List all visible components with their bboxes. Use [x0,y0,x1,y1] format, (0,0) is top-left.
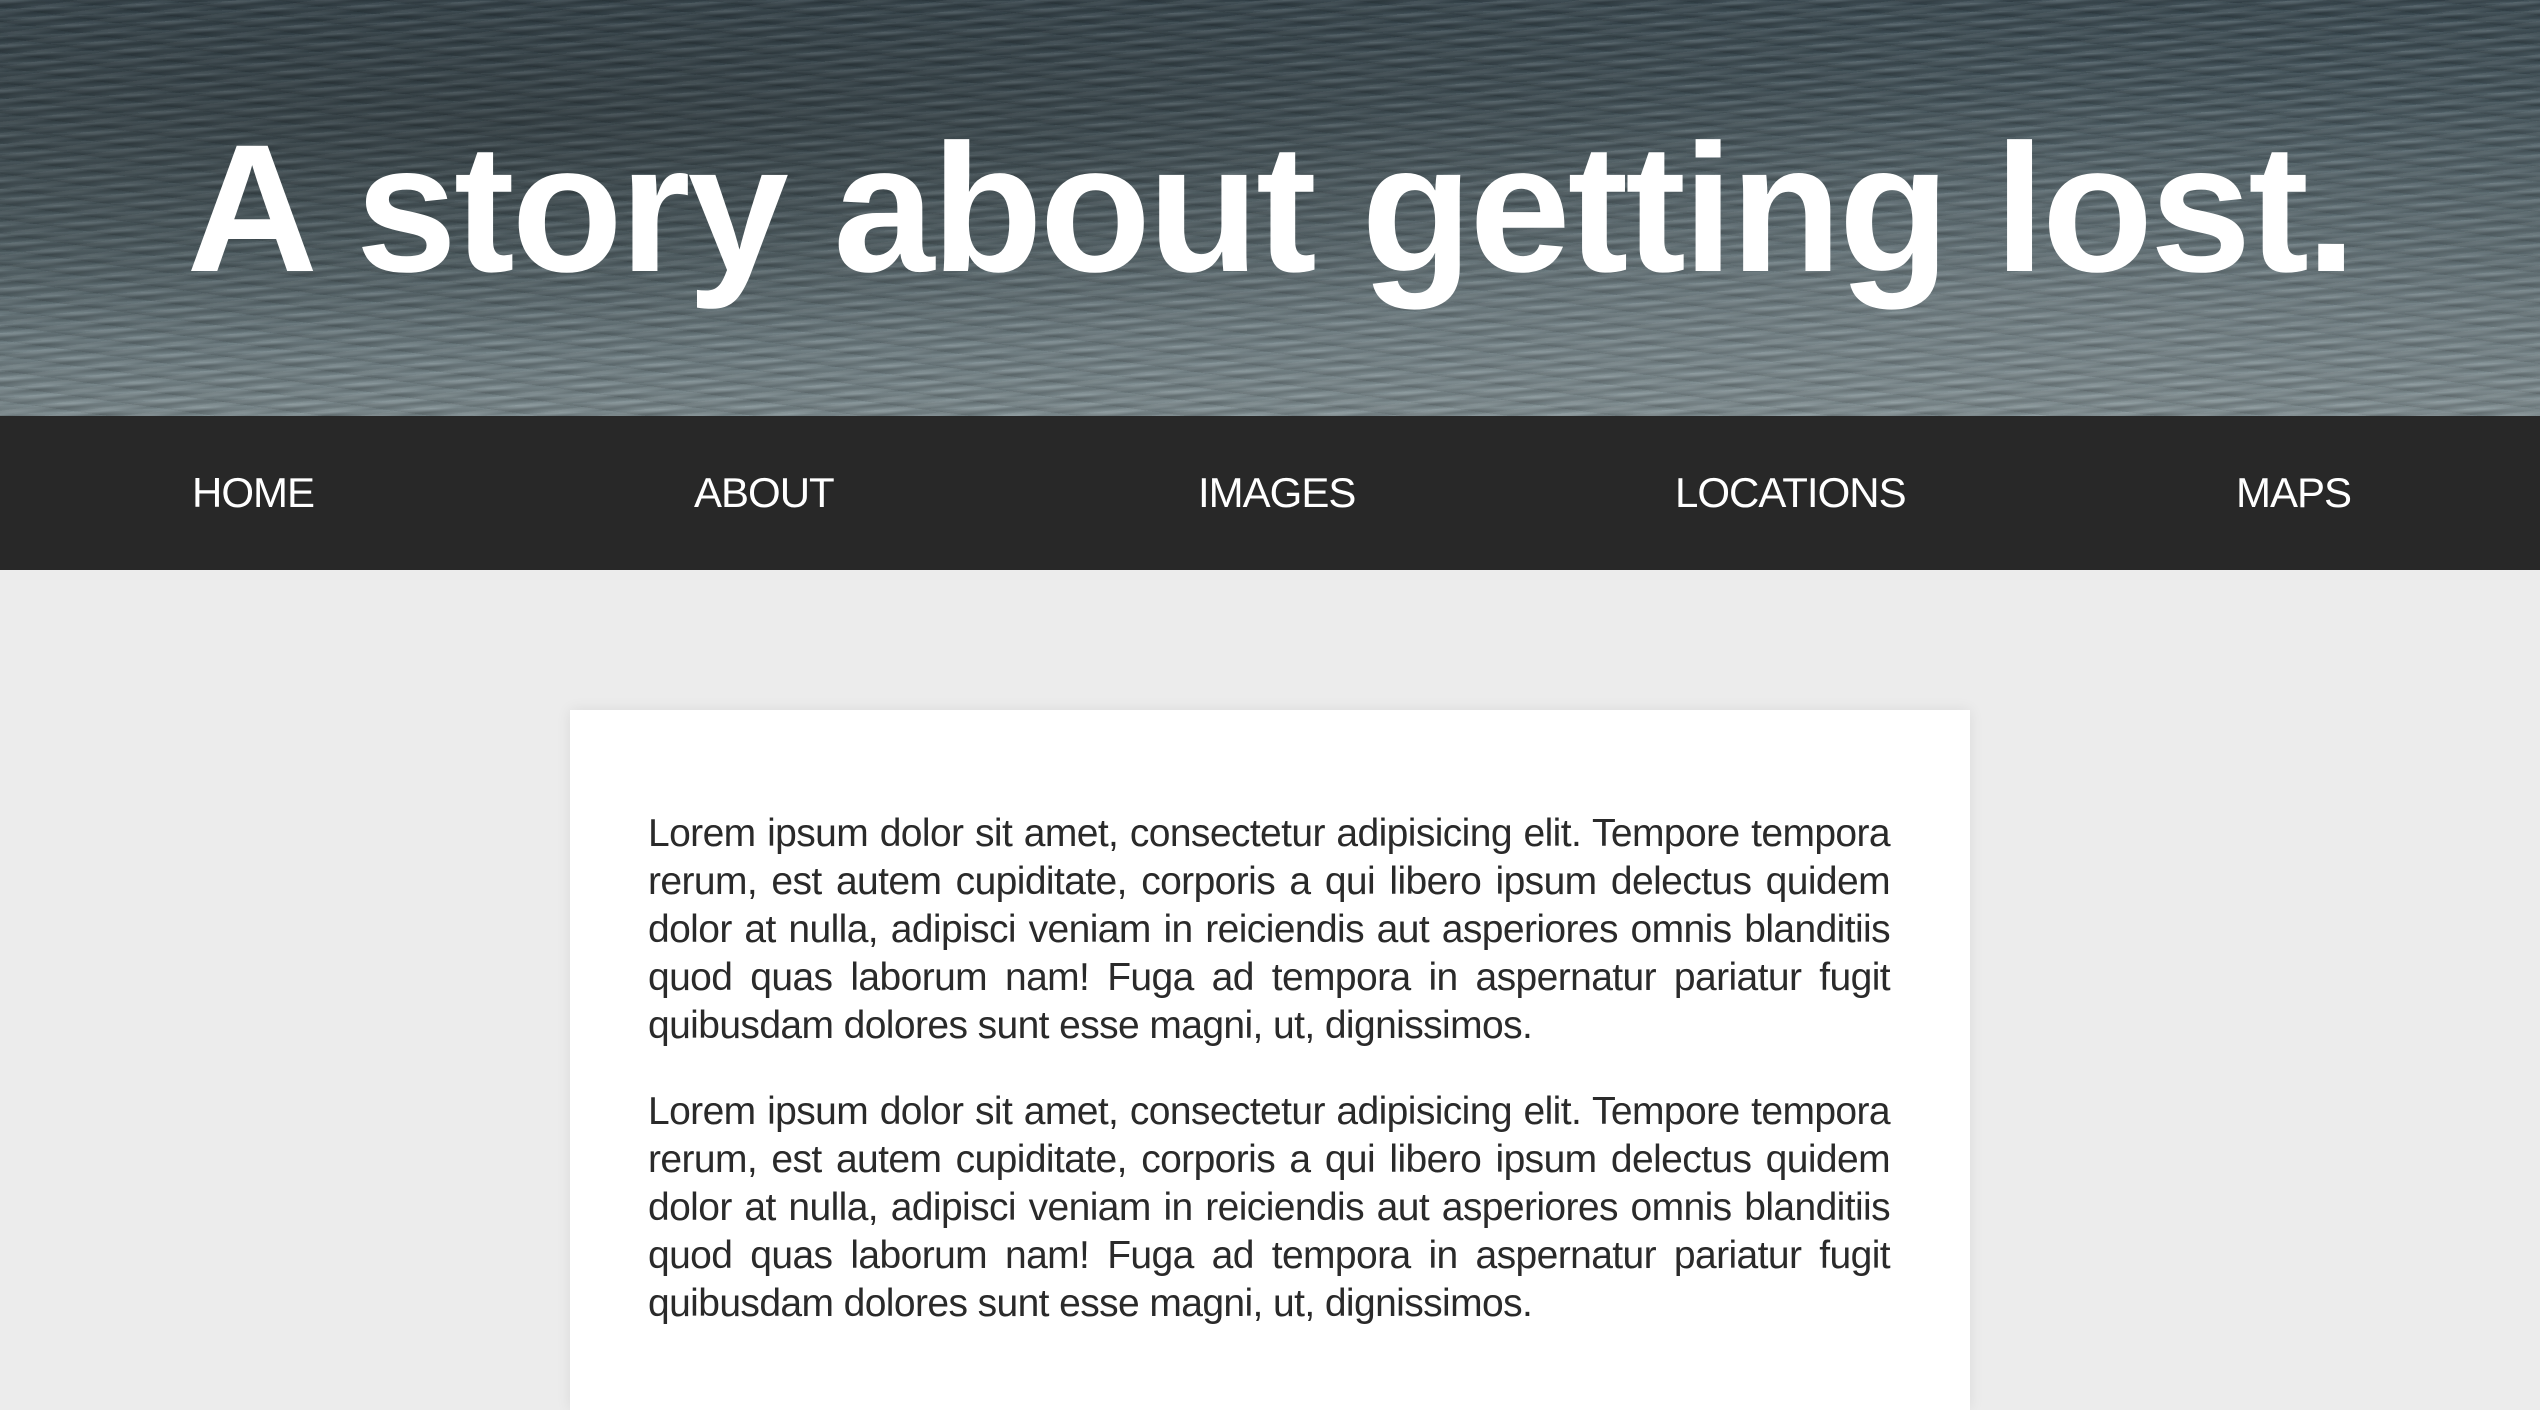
nav-item-about[interactable]: ABOUT [694,416,835,570]
nav-item-locations[interactable]: LOCATIONS [1675,416,1907,570]
nav-item-maps[interactable]: MAPS [2236,416,2352,570]
content-paragraph-1: Lorem ipsum dolor sit amet, consectetur … [648,812,1891,1047]
nav-item-home[interactable]: HOME [192,416,315,570]
content-paragraph-2: Lorem ipsum dolor sit amet, consectetur … [648,1090,1891,1325]
content-card: Lorem ipsum dolor sit amet, consectetur … [570,710,1970,1410]
hero-banner: A story about getting lost. [0,0,2540,416]
hero-title: A story about getting lost. [186,106,2357,310]
main-navigation: HOME ABOUT IMAGES LOCATIONS MAPS [0,416,2540,570]
nav-item-images[interactable]: IMAGES [1198,416,1356,570]
